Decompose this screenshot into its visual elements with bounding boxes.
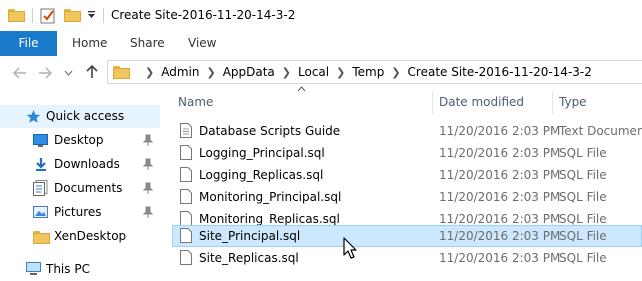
file-row-selected[interactable]: Site_Principal.sql 11/20/2016 2:03 PM SQ… [172, 225, 642, 247]
chevron-right-icon[interactable]: ❯ [336, 66, 345, 79]
file-icon [180, 228, 192, 243]
file-name: Monitoring_Principal.sql [199, 190, 342, 204]
file-date: 11/20/2016 2:03 PM [439, 229, 561, 243]
file-name: Logging_Replicas.sql [199, 168, 324, 182]
file-name: Site_Replicas.sql [199, 251, 299, 265]
navigation-pane: Quick access Desktop Downloads Documents [0, 88, 162, 278]
sidebar-item-label: Pictures [54, 205, 102, 219]
sidebar-item-label: Downloads [54, 157, 120, 171]
file-icon [180, 167, 192, 182]
file-list: Name Date modified Type Database Scripts… [172, 86, 642, 278]
chevron-right-icon[interactable]: ❯ [391, 66, 400, 79]
file-date: 11/20/2016 2:03 PM [439, 168, 561, 182]
back-arrow-icon[interactable] [13, 67, 27, 79]
file-icon [180, 145, 192, 160]
sort-ascending-icon [297, 86, 306, 92]
tab-file[interactable]: File [0, 31, 57, 56]
column-divider[interactable] [432, 92, 433, 114]
download-icon [36, 158, 46, 171]
up-arrow-icon[interactable] [86, 65, 98, 79]
file-icon [180, 189, 192, 204]
breadcrumb: ❯ Admin ❯ AppData ❯ Local ❯ Temp ❯ Create Site-20… [138, 65, 592, 79]
sidebar-item-quick-access[interactable]: Quick access [0, 105, 160, 128]
file-type: SQL File [559, 212, 607, 226]
file-date: 11/20/2016 2:03 PM [439, 212, 561, 226]
pin-icon[interactable] [143, 158, 153, 170]
file-date: 11/20/2016 2:03 PM [439, 251, 561, 265]
tab-home[interactable]: Home [72, 31, 107, 56]
chevron-right-icon[interactable]: ❯ [282, 66, 291, 79]
sidebar-item-label: This PC [46, 262, 90, 276]
address-bar[interactable]: ❯ Admin ❯ AppData ❯ Local ❯ Temp ❯ Create Site-20… [107, 60, 642, 84]
desktop-icon [33, 134, 48, 147]
file-date: 11/20/2016 2:03 PM [439, 146, 561, 160]
text-document-icon [180, 123, 192, 138]
file-name: Site_Principal.sql [199, 229, 301, 243]
folder-icon [113, 66, 130, 79]
column-divider[interactable] [552, 92, 553, 114]
file-name: Logging_Principal.sql [199, 146, 325, 160]
tab-share[interactable]: Share [130, 31, 165, 56]
ribbon-tabs: File Home Share View [0, 31, 642, 57]
qat-divider [32, 8, 33, 23]
file-date: 11/20/2016 2:03 PM [439, 124, 561, 138]
mouse-cursor-icon [343, 237, 357, 259]
sidebar-item-label: Documents [54, 181, 123, 195]
sidebar-item-label: XenDesktop [54, 229, 127, 243]
title-bar: Create Site-2016-11-20-14-3-2 [0, 0, 642, 31]
file-type: SQL File [559, 168, 607, 182]
documents-icon [33, 180, 48, 196]
crumb-temp[interactable]: Temp [352, 65, 384, 79]
sidebar-item-desktop[interactable]: Desktop [0, 129, 160, 152]
column-header-type[interactable]: Type [559, 95, 587, 109]
folder-icon [33, 231, 50, 244]
sidebar-item-label: Desktop [54, 133, 104, 147]
file-type: SQL File [559, 146, 607, 160]
pin-icon[interactable] [143, 206, 153, 218]
column-header-name[interactable]: Name [178, 95, 213, 109]
sidebar-item-documents[interactable]: Documents [0, 177, 160, 200]
file-type: Text Document [559, 124, 642, 138]
title-divider [103, 8, 104, 23]
pin-icon[interactable] [143, 182, 153, 194]
file-type: SQL File [559, 190, 607, 204]
sidebar-item-pictures[interactable]: Pictures [0, 201, 160, 224]
file-row[interactable]: Site_Replicas.sql 11/20/2016 2:03 PM SQL… [172, 247, 642, 269]
column-header-date-modified[interactable]: Date modified [439, 95, 524, 109]
file-name: Database Scripts Guide [199, 124, 341, 138]
chevron-right-icon[interactable]: ❯ [206, 66, 215, 79]
crumb-admin[interactable]: Admin [161, 65, 199, 79]
crumb-appdata[interactable]: AppData [223, 65, 275, 79]
file-name: Monitoring_Replicas.sql [199, 212, 340, 226]
properties-icon[interactable] [40, 7, 56, 24]
new-folder-icon[interactable] [64, 9, 81, 22]
file-row[interactable]: Database Scripts Guide 11/20/2016 2:03 P… [172, 120, 642, 142]
chevron-right-icon[interactable]: ❯ [145, 66, 154, 79]
sidebar-item-label: Quick access [46, 109, 125, 123]
file-row[interactable]: Monitoring_Principal.sql 11/20/2016 2:03… [172, 186, 642, 208]
pictures-icon [33, 206, 48, 218]
forward-arrow-icon[interactable] [38, 67, 52, 79]
customize-qat-icon[interactable] [87, 10, 96, 27]
tab-view[interactable]: View [188, 31, 216, 56]
file-date: 11/20/2016 2:03 PM [439, 190, 561, 204]
file-icon [180, 250, 192, 265]
window-title: Create Site-2016-11-20-14-3-2 [111, 8, 296, 22]
sidebar-item-downloads[interactable]: Downloads [0, 153, 160, 176]
folder-icon [8, 9, 25, 22]
sidebar-item-xendesktop[interactable]: XenDesktop [0, 225, 160, 248]
computer-icon [26, 262, 41, 275]
crumb-current-folder[interactable]: Create Site-2016-11-20-14-3-2 [408, 65, 592, 79]
crumb-local[interactable]: Local [298, 65, 329, 79]
pin-icon[interactable] [143, 134, 153, 146]
file-type: SQL File [559, 229, 607, 243]
file-type: SQL File [559, 251, 607, 265]
file-icon [180, 211, 192, 226]
file-row[interactable]: Logging_Replicas.sql 11/20/2016 2:03 PM … [172, 164, 642, 186]
file-row[interactable]: Logging_Principal.sql 11/20/2016 2:03 PM… [172, 142, 642, 164]
star-icon [26, 110, 41, 123]
recent-locations-icon[interactable] [64, 70, 73, 76]
